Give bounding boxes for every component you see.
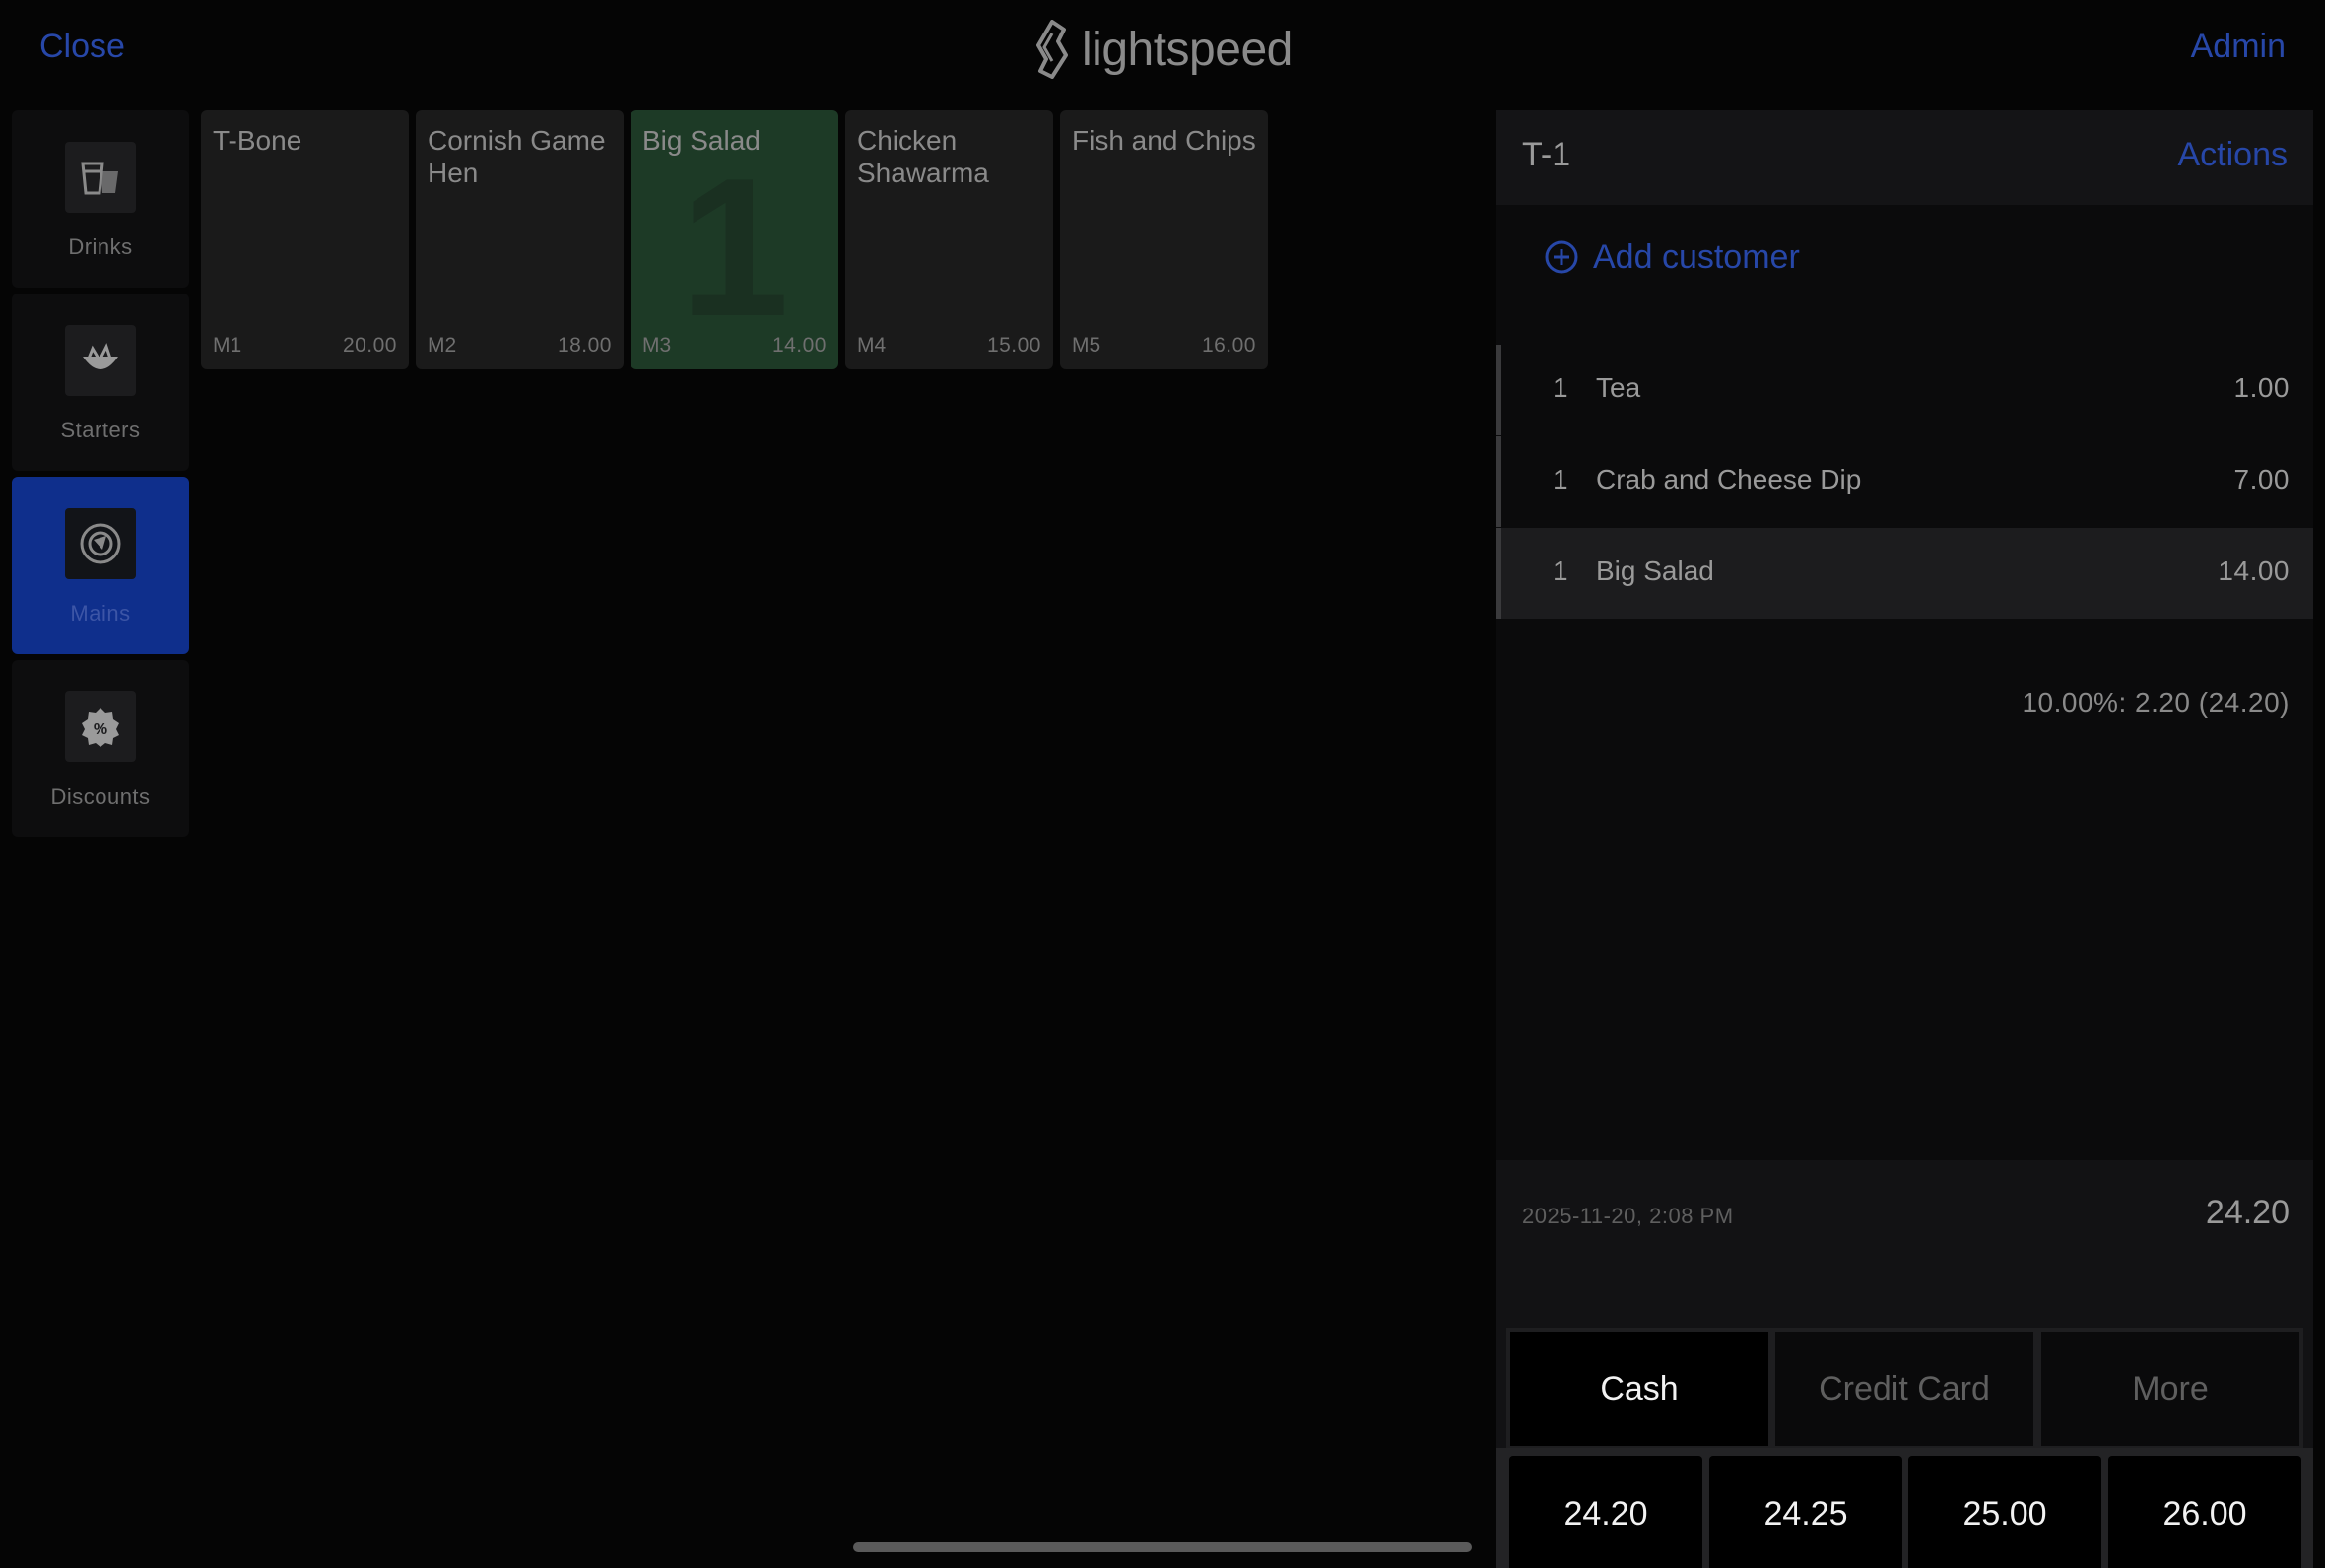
category-label: Mains: [70, 601, 131, 625]
product-code: M5: [1072, 334, 1101, 357]
product-code: M2: [428, 334, 457, 357]
category-label: Drinks: [68, 234, 133, 259]
tax-summary: 10.00%: 2.20 (24.20): [2022, 687, 2290, 718]
product-name: Chicken Shawarma: [857, 125, 989, 188]
order-total: 24.20: [2205, 1194, 2290, 1231]
order-header: T-1 Actions: [1496, 110, 2313, 205]
product-tile-t-bone[interactable]: T-Bone M1 20.00: [201, 110, 409, 369]
product-grid: T-Bone M1 20.00 Cornish Game Hen M2 18.0…: [201, 110, 1268, 369]
product-name: Cornish Game Hen: [428, 125, 606, 188]
quick-amount-button[interactable]: 25.00: [1908, 1456, 2101, 1568]
product-price: 20.00: [342, 334, 397, 357]
quick-amount-button[interactable]: 24.25: [1709, 1456, 1902, 1568]
product-code: M4: [857, 334, 887, 357]
line-price: 14.00: [2218, 555, 2290, 586]
admin-button[interactable]: Admin: [2191, 28, 2286, 66]
drink-icon: [65, 142, 136, 213]
actions-button[interactable]: Actions: [2178, 136, 2289, 174]
order-line[interactable]: 1 Crab and Cheese Dip 7.00: [1496, 436, 2313, 527]
home-indicator[interactable]: [853, 1542, 1472, 1552]
product-code: M3: [642, 334, 672, 357]
product-price: 15.00: [986, 334, 1041, 357]
starter-icon: [65, 325, 136, 396]
product-name: Big Salad: [642, 125, 761, 156]
line-name: Crab and Cheese Dip: [1596, 464, 1862, 494]
payment-credit-card-button[interactable]: Credit Card: [1775, 1332, 2033, 1446]
order-timestamp: 2025-11-20, 2:08 PM: [1522, 1204, 1734, 1228]
line-price: 1.00: [2233, 372, 2290, 403]
product-code: M1: [213, 334, 242, 357]
product-tile-chicken-shawarma[interactable]: Chicken Shawarma M4 15.00: [845, 110, 1053, 369]
close-button[interactable]: Close: [39, 28, 125, 66]
order-line[interactable]: 1 Tea 1.00: [1496, 345, 2313, 435]
payment-cash-button[interactable]: Cash: [1510, 1332, 1768, 1446]
category-drinks[interactable]: Drinks: [12, 110, 189, 288]
logo-text: lightspeed: [1082, 23, 1293, 76]
add-circle-icon: [1545, 240, 1578, 274]
flame-icon: [1036, 20, 1068, 79]
category-mains[interactable]: Mains: [12, 477, 189, 654]
category-sidebar: Drinks Starters Mains % Discounts: [12, 110, 189, 843]
mains-icon: [65, 508, 136, 579]
add-customer-button[interactable]: Add customer: [1544, 232, 1800, 282]
product-tile-fish-and-chips[interactable]: Fish and Chips M5 16.00: [1060, 110, 1268, 369]
product-tile-big-salad[interactable]: 1 Big Salad M3 14.00: [631, 110, 838, 369]
category-starters[interactable]: Starters: [12, 294, 189, 471]
product-price: 18.00: [557, 334, 612, 357]
logo: lightspeed: [1032, 18, 1293, 81]
svg-text:%: %: [94, 721, 107, 738]
payment-more-button[interactable]: More: [2041, 1332, 2299, 1446]
add-customer-label: Add customer: [1593, 237, 1800, 276]
table-name: T-1: [1522, 136, 1571, 173]
line-name: Tea: [1596, 372, 1641, 403]
discount-icon: %: [65, 691, 136, 762]
product-price: 16.00: [1201, 334, 1256, 357]
order-line[interactable]: 1 Big Salad 14.00: [1496, 528, 2313, 619]
product-quantity-badge: 1: [679, 138, 790, 358]
quick-amount-button[interactable]: 24.20: [1509, 1456, 1702, 1568]
line-quantity: 1: [1553, 464, 1568, 494]
payment-methods: Cash Credit Card More: [1506, 1328, 2303, 1448]
product-price: 14.00: [771, 334, 827, 357]
top-bar: Close lightspeed Admin: [0, 0, 2325, 98]
category-discounts[interactable]: % Discounts: [12, 660, 189, 837]
line-quantity: 1: [1553, 372, 1568, 403]
category-label: Discounts: [50, 784, 151, 809]
order-panel: T-1 Actions Add customer 1 Tea 1.00 1 Cr…: [1496, 110, 2313, 1568]
quick-amount-button[interactable]: 26.00: [2108, 1456, 2301, 1568]
line-price: 7.00: [2233, 464, 2290, 494]
quick-amounts: 24.20 24.25 25.00 26.00: [1496, 1448, 2313, 1568]
category-label: Starters: [60, 418, 141, 442]
product-name: Fish and Chips: [1072, 125, 1256, 156]
line-name: Big Salad: [1596, 555, 1714, 586]
product-name: T-Bone: [213, 125, 302, 156]
line-quantity: 1: [1553, 555, 1568, 586]
product-tile-cornish-game-hen[interactable]: Cornish Game Hen M2 18.00: [416, 110, 624, 369]
order-footer: 2025-11-20, 2:08 PM 24.20 Cash Credit Ca…: [1496, 1160, 2313, 1568]
